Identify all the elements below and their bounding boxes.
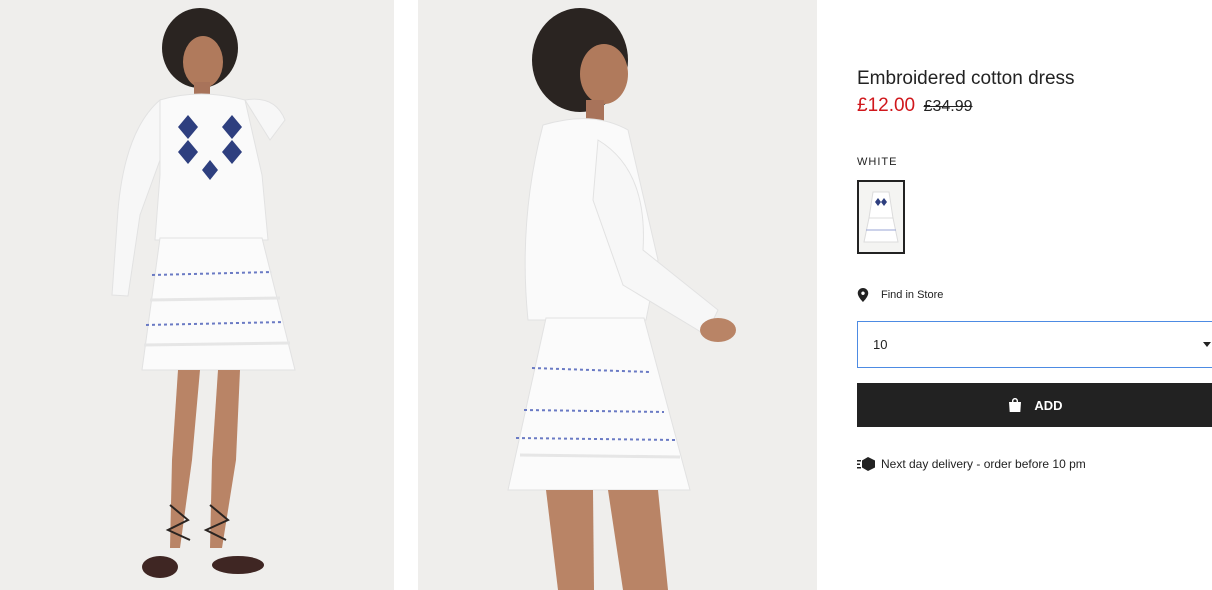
product-title: Embroidered cotton dress: [857, 68, 1075, 89]
chevron-down-icon: [1203, 342, 1211, 347]
size-select-value: 10: [873, 337, 888, 352]
add-to-bag-button[interactable]: ADD: [857, 383, 1212, 427]
price-row: £12.00 £34.99: [857, 95, 973, 117]
location-pin-icon: [857, 288, 869, 302]
size-select[interactable]: 10: [857, 321, 1212, 368]
product-image-side[interactable]: [418, 0, 817, 590]
original-price: £34.99: [923, 98, 973, 115]
product-image-front[interactable]: [0, 0, 394, 590]
sale-price: £12.00: [857, 95, 916, 116]
model-side-illustration: [418, 0, 817, 590]
shopping-bag-icon: [1009, 398, 1022, 412]
add-button-label: ADD: [1034, 397, 1063, 413]
dress-thumbnail-icon: [859, 182, 903, 252]
delivery-info: Next day delivery - order before 10 pm: [857, 457, 1086, 471]
delivery-truck-icon: [857, 457, 875, 471]
find-in-store-label: Find in Store: [881, 289, 944, 301]
model-front-illustration: [0, 0, 394, 590]
delivery-text: Next day delivery - order before 10 pm: [881, 457, 1086, 471]
product-info: Embroidered cotton dress £12.00 £34.99 W…: [857, 0, 1212, 590]
find-in-store-link[interactable]: Find in Store: [857, 288, 943, 302]
color-swatch-white[interactable]: [857, 180, 905, 254]
product-page: Embroidered cotton dress £12.00 £34.99 W…: [0, 0, 1212, 590]
color-label: WHITE: [857, 156, 898, 168]
